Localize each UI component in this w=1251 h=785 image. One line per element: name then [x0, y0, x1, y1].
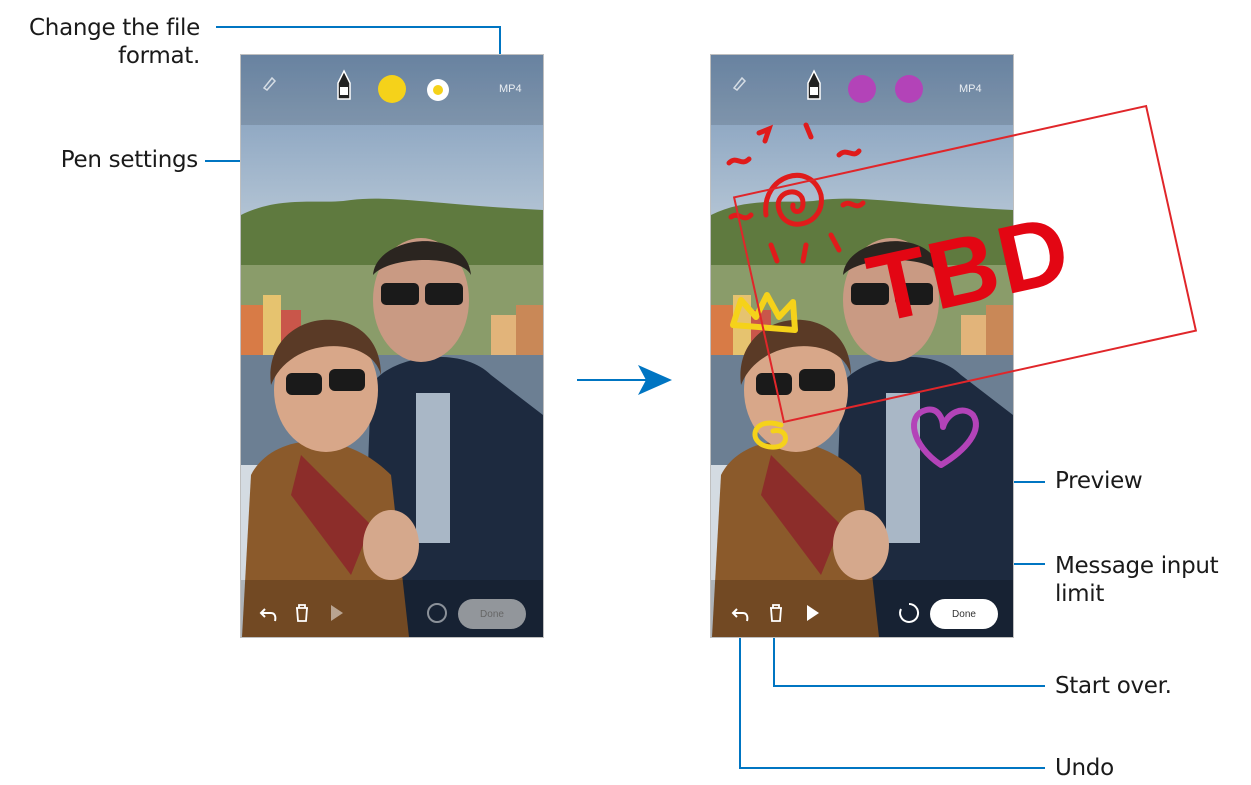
left-pen-size-swatch[interactable] — [427, 79, 449, 101]
left-undo-icon[interactable] — [259, 603, 279, 627]
callout-start-over: Start over. — [1055, 673, 1172, 699]
callout-preview: Preview — [1055, 468, 1143, 494]
right-limit-ring-icon — [897, 601, 921, 629]
left-phone-screen: MP4 Done — [240, 54, 544, 638]
left-done-button[interactable]: Done — [458, 599, 526, 629]
left-pen-type-icon[interactable] — [331, 69, 357, 103]
left-file-format-button[interactable]: MP4 — [499, 83, 522, 95]
left-play-icon[interactable] — [329, 604, 345, 626]
right-pen-type-icon[interactable] — [801, 69, 827, 103]
right-undo-icon[interactable] — [731, 603, 751, 627]
right-pen-color-swatch[interactable] — [848, 75, 876, 103]
right-trash-icon[interactable] — [767, 603, 785, 627]
left-pen-icon[interactable] — [261, 75, 277, 95]
left-limit-ring-icon — [425, 601, 449, 629]
callout-undo: Undo — [1055, 755, 1114, 781]
left-pen-color-swatch[interactable] — [378, 75, 406, 103]
right-file-format-button[interactable]: MP4 — [959, 83, 982, 95]
right-done-button[interactable]: Done — [930, 599, 998, 629]
couple-photo — [241, 55, 543, 637]
callout-message-limit: Message input limit — [1055, 553, 1219, 607]
callout-pen-settings: Pen settings — [60, 147, 199, 173]
right-pen-icon[interactable] — [731, 75, 747, 95]
callout-file-format: Change the file format. — [29, 15, 200, 69]
left-trash-icon[interactable] — [293, 603, 311, 627]
undo-leader — [739, 625, 1045, 769]
right-pen-size-swatch[interactable] — [895, 75, 923, 103]
callout-leaders — [205, 26, 1045, 769]
right-play-icon[interactable] — [805, 604, 821, 626]
